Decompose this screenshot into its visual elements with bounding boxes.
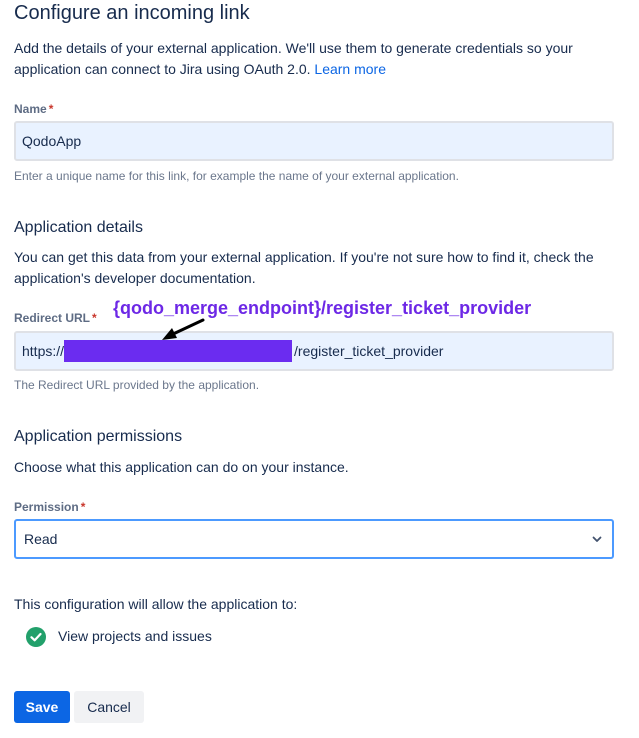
redirect-url-help-text: The Redirect URL provided by the applica… bbox=[14, 378, 260, 392]
intro-description: Add the details of your external applica… bbox=[14, 40, 573, 77]
intro-text: Add the details of your external applica… bbox=[14, 38, 624, 80]
application-details-description: You can get this data from your external… bbox=[14, 249, 594, 286]
redirect-url-prefix: https:// bbox=[22, 343, 65, 359]
redirect-url-suffix: /register_ticket_provider bbox=[294, 343, 444, 359]
permission-select[interactable]: Read bbox=[14, 519, 614, 559]
name-label-text: Name bbox=[14, 102, 47, 116]
redirect-url-label: Redirect URL * bbox=[14, 311, 97, 325]
required-indicator: * bbox=[92, 311, 97, 325]
redirect-url-label-text: Redirect URL bbox=[14, 311, 91, 325]
allow-intro-text: This configuration will allow the applic… bbox=[14, 596, 298, 612]
permission-item-label: View projects and issues bbox=[58, 628, 212, 644]
save-button[interactable]: Save bbox=[14, 691, 70, 723]
page-title: Configure an incoming link bbox=[14, 2, 250, 24]
redirect-url-input[interactable]: https:// /register_ticket_provider bbox=[14, 331, 614, 371]
permission-selected-value: Read bbox=[24, 531, 58, 547]
check-circle-icon bbox=[26, 626, 46, 647]
name-help-text: Enter a unique name for this link, for e… bbox=[14, 169, 459, 183]
annotation-text: {qodo_merge_endpoint}/register_ticket_pr… bbox=[113, 298, 532, 318]
annotation-arrow-icon bbox=[162, 318, 205, 340]
list-item: View projects and issues bbox=[26, 626, 212, 647]
name-label: Name * bbox=[14, 102, 53, 116]
application-details-title: Application details bbox=[14, 219, 143, 236]
name-input[interactable]: QodoApp bbox=[14, 121, 614, 161]
redaction-block bbox=[64, 340, 293, 362]
required-indicator: * bbox=[80, 500, 86, 514]
application-permissions-description: Choose what this application can do on y… bbox=[14, 459, 349, 475]
cancel-button[interactable]: Cancel bbox=[74, 691, 144, 723]
permission-label: Permission * bbox=[14, 500, 85, 514]
required-indicator: * bbox=[48, 102, 54, 116]
chevron-down-icon[interactable] bbox=[590, 532, 604, 546]
application-permissions-title: Application permissions bbox=[14, 428, 183, 445]
name-input-value: QodoApp bbox=[22, 133, 82, 149]
learn-more-link[interactable]: Learn more bbox=[314, 61, 386, 77]
permission-label-text: Permission bbox=[14, 500, 79, 514]
